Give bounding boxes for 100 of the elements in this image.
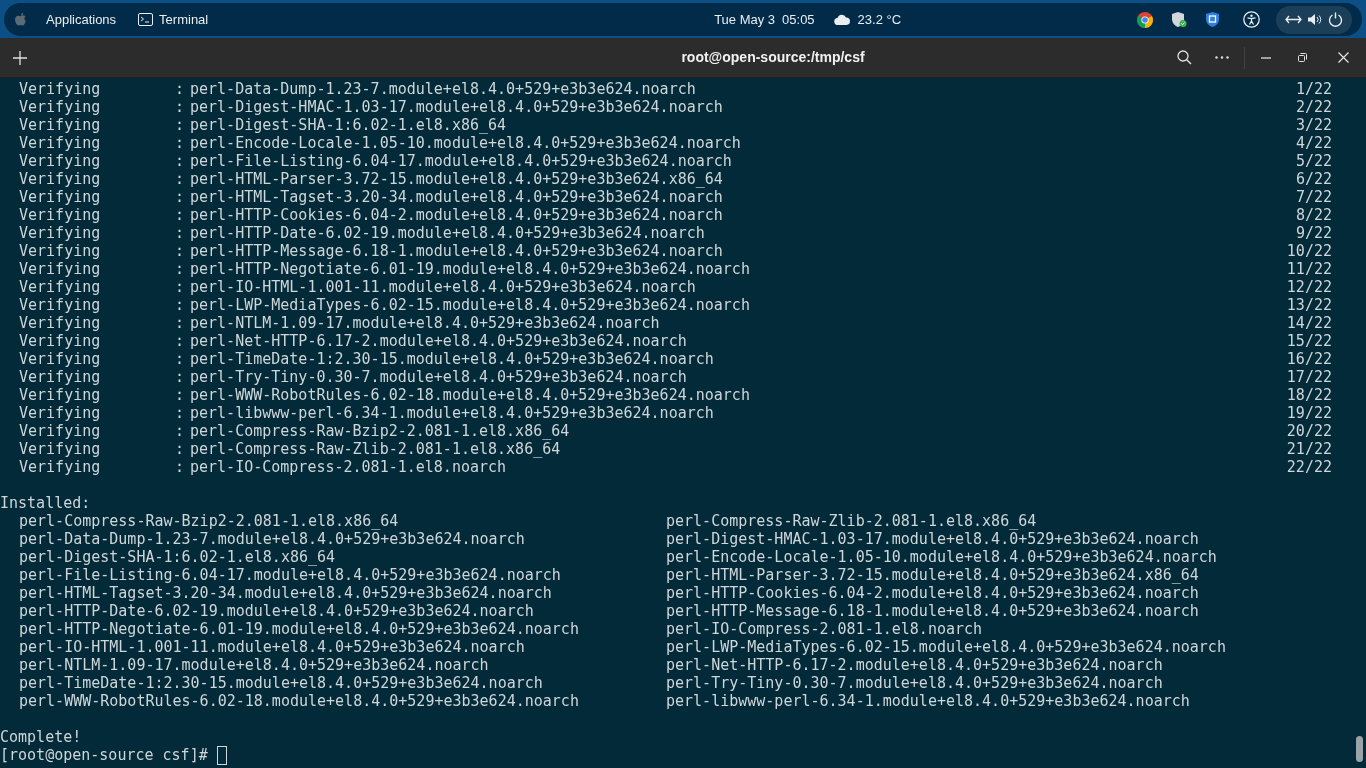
app-name[interactable]: Terminal	[159, 9, 209, 30]
package-name: perl-HTML-Tagset-3.20-34.module+el8.4.0+529+e3b3e624.noarch	[19, 584, 552, 602]
progress-count: 22/22	[1286, 458, 1332, 476]
package-name: perl-Compress-Raw-Bzip2-2.081-1.el8.x86_64	[190, 422, 571, 440]
shell-prompt: [root@open-source csf]#	[0, 746, 208, 764]
progress-count: 20/22	[1286, 422, 1332, 440]
package-name: perl-Compress-Raw-Bzip2-2.081-1.el8.x86_64	[19, 512, 399, 530]
progress-count: 11/22	[1286, 260, 1332, 278]
progress-count: 9/22	[1295, 224, 1332, 242]
package-name: perl-WWW-RobotRules-6.02-18.module+el8.4.0+529+e3b3e624.noarch	[190, 386, 751, 404]
package-name: perl-WWW-RobotRules-6.02-18.module+el8.4.0+529+e3b3e624.noarch	[19, 692, 579, 710]
apple-logo-icon[interactable]	[14, 11, 28, 28]
system-menu-button[interactable]	[1276, 5, 1352, 34]
separator: :	[175, 440, 186, 458]
package-name: perl-Try-Tiny-0.30-7.module+el8.4.0+529+e3b3e624.noarch	[190, 368, 688, 386]
progress-count: 6/22	[1295, 170, 1332, 188]
action-label: Verifying	[19, 98, 102, 116]
package-name: perl-Try-Tiny-0.30-7.module+el8.4.0+529+e3b3e624.noarch	[666, 674, 1163, 692]
progress-count: 10/22	[1286, 242, 1332, 260]
shield-icon[interactable]	[1205, 11, 1220, 28]
action-label: Verifying	[19, 224, 102, 242]
package-name: perl-Digest-HMAC-1.03-17.module+el8.4.0+529+e3b3e624.noarch	[190, 98, 724, 116]
progress-count: 21/22	[1286, 440, 1332, 458]
action-label: Verifying	[19, 116, 102, 134]
close-button[interactable]	[1338, 51, 1350, 64]
search-button[interactable]	[1177, 49, 1193, 66]
separator: :	[175, 368, 186, 386]
progress-count: 4/22	[1295, 134, 1332, 152]
package-name: perl-IO-HTML-1.001-11.module+el8.4.0+529+e3b3e624.noarch	[19, 638, 525, 656]
more-icon	[1215, 56, 1229, 59]
network-icon	[1284, 15, 1302, 24]
package-name: perl-Data-Dump-1.23-7.module+el8.4.0+529+e3b3e624.noarch	[190, 80, 697, 98]
progress-count: 8/22	[1295, 206, 1332, 224]
action-label: Verifying	[19, 314, 102, 332]
package-name: perl-TimeDate-1:2.30-15.module+el8.4.0+529+e3b3e624.noarch	[190, 350, 715, 368]
accessibility-icon[interactable]	[1243, 11, 1260, 28]
separator: :	[175, 188, 186, 206]
restore-icon	[1298, 53, 1307, 62]
action-label: Verifying	[19, 152, 102, 170]
separator: :	[175, 116, 186, 134]
progress-count: 15/22	[1286, 332, 1332, 350]
installed-heading: Installed:	[0, 494, 91, 512]
separator: :	[175, 80, 186, 98]
window-title: root@open-source:/tmp/csf	[681, 48, 865, 67]
applications-menu[interactable]: Applications	[46, 9, 117, 30]
action-label: Verifying	[19, 188, 102, 206]
separator: :	[175, 458, 186, 476]
action-label: Verifying	[19, 422, 102, 440]
package-name: perl-HTTP-Date-6.02-19.module+el8.4.0+529+e3b3e624.noarch	[190, 224, 706, 242]
separator: :	[175, 296, 186, 314]
power-icon	[1328, 12, 1344, 27]
cloud-icon	[833, 14, 850, 25]
action-label: Verifying	[19, 206, 102, 224]
package-name: perl-HTTP-Negotiate-6.01-19.module+el8.4.0+529+e3b3e624.noarch	[190, 260, 751, 278]
browser-icon[interactable]	[1137, 11, 1153, 28]
package-name: perl-HTML-Parser-3.72-15.module+el8.4.0+529+e3b3e624.x86_64	[666, 566, 1199, 584]
shield-check-icon[interactable]	[1171, 11, 1187, 28]
date-text[interactable]: Tue May 3	[714, 9, 776, 30]
action-label: Verifying	[19, 404, 102, 422]
package-name: perl-TimeDate-1:2.30-15.module+el8.4.0+529+e3b3e624.noarch	[19, 674, 543, 692]
separator: :	[175, 170, 186, 188]
package-name: perl-Digest-HMAC-1.03-17.module+el8.4.0+529+e3b3e624.noarch	[666, 530, 1199, 548]
restore-button[interactable]	[1298, 52, 1308, 63]
action-label: Verifying	[19, 296, 102, 314]
temperature-text[interactable]: 23.2 °C	[857, 9, 902, 30]
terminal-icon	[138, 13, 154, 26]
progress-count: 19/22	[1286, 404, 1332, 422]
package-name: perl-HTTP-Date-6.02-19.module+el8.4.0+529+e3b3e624.noarch	[19, 602, 534, 620]
new-tab-button[interactable]	[11, 48, 29, 67]
progress-count: 17/22	[1286, 368, 1332, 386]
package-name: perl-Compress-Raw-Zlib-2.081-1.el8.x86_64	[190, 440, 562, 458]
action-label: Verifying	[19, 440, 102, 458]
package-name: perl-Data-Dump-1.23-7.module+el8.4.0+529+e3b3e624.noarch	[19, 530, 525, 548]
minimize-icon	[1261, 56, 1271, 59]
action-label: Verifying	[19, 386, 102, 404]
progress-count: 5/22	[1295, 152, 1332, 170]
separator: :	[175, 260, 186, 278]
progress-count: 2/22	[1295, 98, 1332, 116]
package-name: perl-IO-Compress-2.081-1.el8.noarch	[666, 620, 983, 638]
progress-count: 16/22	[1286, 350, 1332, 368]
package-name: perl-HTTP-Negotiate-6.01-19.module+el8.4.0+529+e3b3e624.noarch	[19, 620, 579, 638]
separator: :	[175, 350, 186, 368]
package-name: perl-libwww-perl-6.34-1.module+el8.4.0+529+e3b3e624.noarch	[190, 404, 715, 422]
action-label: Verifying	[19, 242, 102, 260]
separator: :	[175, 278, 186, 296]
separator: :	[175, 206, 186, 224]
package-name: perl-libwww-perl-6.34-1.module+el8.4.0+529+e3b3e624.noarch	[666, 692, 1190, 710]
package-name: perl-HTTP-Cookies-6.04-2.module+el8.4.0+529+e3b3e624.noarch	[666, 584, 1199, 602]
scrollbar-thumb[interactable]	[1356, 736, 1363, 762]
separator: :	[175, 134, 186, 152]
status-message: Complete!	[0, 728, 82, 746]
package-name: perl-IO-HTML-1.001-11.module+el8.4.0+529+e3b3e624.noarch	[190, 278, 697, 296]
separator: :	[175, 98, 186, 116]
package-name: perl-Net-HTTP-6.17-2.module+el8.4.0+529+e3b3e624.noarch	[666, 656, 1163, 674]
clock-text[interactable]: 05:05	[782, 9, 815, 30]
package-name: perl-Encode-Locale-1.05-10.module+el8.4.0+529+e3b3e624.noarch	[190, 134, 742, 152]
action-label: Verifying	[19, 278, 102, 296]
package-name: perl-IO-Compress-2.081-1.el8.noarch	[190, 458, 508, 476]
action-label: Verifying	[19, 80, 102, 98]
package-name: perl-Encode-Locale-1.05-10.module+el8.4.0+529+e3b3e624.noarch	[666, 548, 1217, 566]
